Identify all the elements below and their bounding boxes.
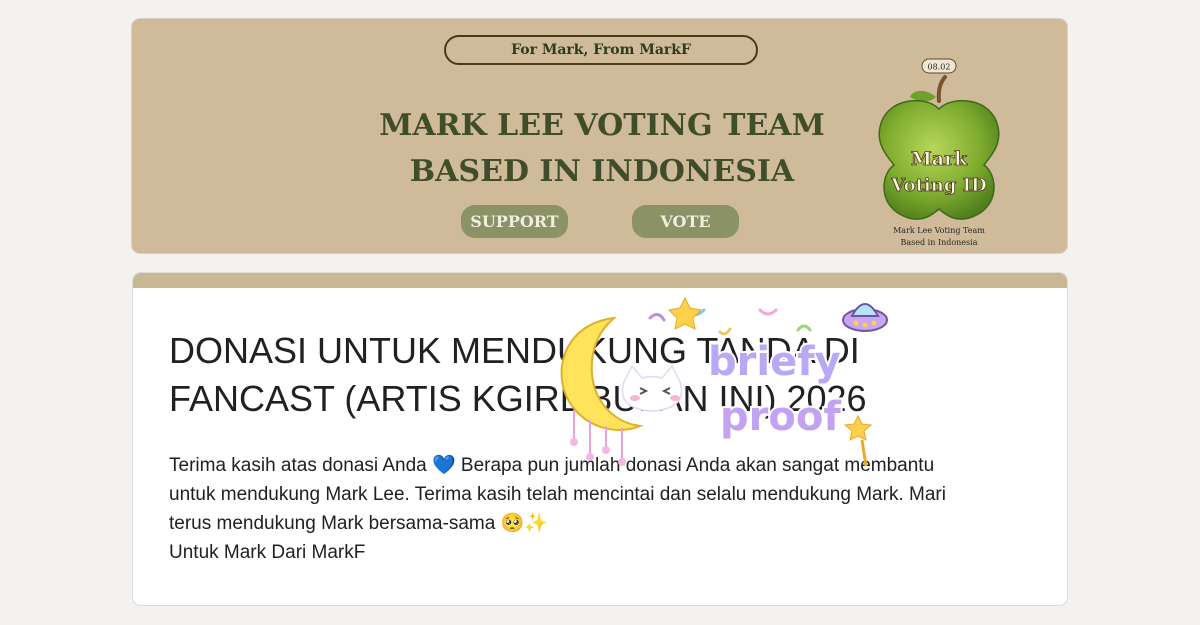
watermark-sticker: briefy proof [560,296,888,467]
header-banner: For Mark, From MarkF MARK LEE VOTING TEA… [131,18,1068,254]
logo-caption: Mark Lee Voting Team Based in Indonesia [866,225,1012,249]
sticker-text-line2: proof [720,394,841,440]
card-accent-bar [133,273,1067,288]
star-icon [667,296,703,330]
logo-name-line2: Voting ID [890,175,986,196]
vote-button[interactable]: VOTE [632,205,739,238]
logo-caption-line1: Mark Lee Voting Team [893,226,985,235]
apple-logo-icon: 08.02 Mark Voting ID [878,58,1000,220]
support-button[interactable]: SUPPORT [461,205,568,238]
mark-voting-logo: 08.02 Mark Voting ID Mark Lee Voting Tea… [866,57,1012,249]
ufo-icon [842,303,888,332]
logo-caption-line2: Based in Indonesia [900,238,978,247]
banner-tagline: For Mark, From MarkF [444,35,758,65]
logo-date: 08.02 [928,63,951,72]
description-line-2: untuk mendukung Mark Lee. Terima kasih t… [169,484,946,505]
banner-title: MARK LEE VOTING TEAM BASED IN INDONESIA [352,103,852,195]
description-line-3: terus mendukung Mark bersama-sama 🥺✨ [169,513,548,534]
banner-title-line1: MARK LEE VOTING TEAM [379,108,825,143]
cat-icon [621,364,683,412]
description-line-4: Untuk Mark Dari MarkF [169,542,366,563]
logo-name-line1: Mark [911,148,968,170]
banner-title-line2: BASED IN INDONESIA [409,154,795,189]
sticker-text-line1: briefy [708,339,841,385]
